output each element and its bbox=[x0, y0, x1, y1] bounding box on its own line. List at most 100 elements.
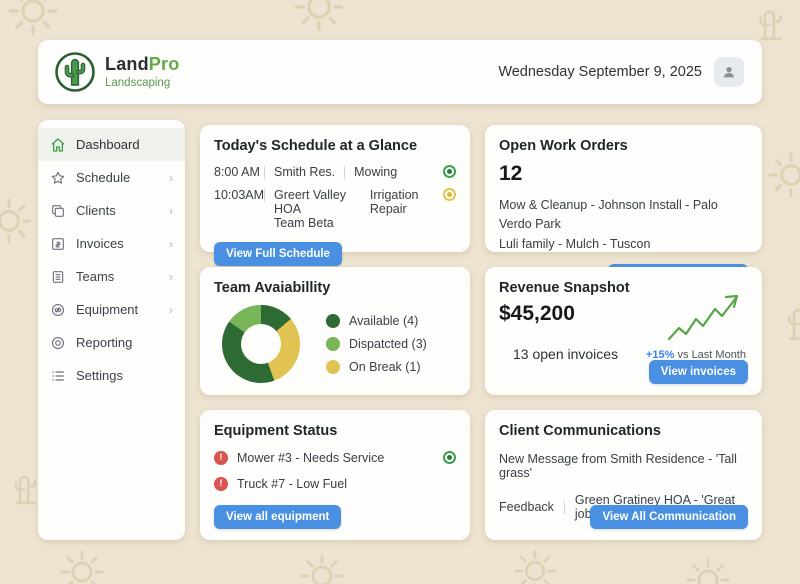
alert-icon: ! bbox=[214, 451, 228, 465]
legend-item: Dispatcted (3) bbox=[326, 337, 427, 351]
card-title: Team Avaiabillity bbox=[214, 280, 456, 296]
donut-hole bbox=[241, 324, 281, 364]
card-title: Equipment Status bbox=[214, 423, 456, 439]
schedule-card: Today's Schedule at a Glance 8:00 AM Smi… bbox=[200, 125, 470, 252]
chevron-right-icon: › bbox=[169, 271, 173, 283]
revenue-card: Revenue Snapshot $45,200 13 open invoice… bbox=[485, 267, 762, 395]
home-icon bbox=[50, 137, 66, 153]
work-order-line: Mow & Cleanup - Johnson Install - Palo V… bbox=[499, 196, 748, 235]
team-availability-donut-chart bbox=[222, 305, 300, 383]
communication-line: New Message from Smith Residence - 'Tall… bbox=[499, 452, 748, 480]
status-ok-icon bbox=[443, 451, 456, 464]
chevron-right-icon: › bbox=[169, 205, 173, 217]
separator bbox=[344, 166, 345, 179]
legend-label: Available (4) bbox=[349, 314, 418, 328]
status-on-track-icon bbox=[443, 165, 456, 178]
separator bbox=[264, 189, 265, 202]
schedule-row: 10:03AM Greert Valley HOA Irrigation Rep… bbox=[214, 188, 456, 230]
star-icon bbox=[50, 170, 66, 186]
legend-label: On Break (1) bbox=[349, 360, 421, 374]
sidebar-item-schedule[interactable]: Schedule › bbox=[38, 161, 185, 194]
separator bbox=[564, 501, 565, 514]
sidebar-item-label: Equipment bbox=[76, 302, 138, 317]
work-order-line: Luli family - Mulch - Tuscon bbox=[499, 235, 748, 254]
work-orders-card: Open Work Orders 12 Mow & Cleanup - John… bbox=[485, 125, 762, 252]
legend-item: On Break (1) bbox=[326, 360, 427, 374]
legend-label: Dispatcted (3) bbox=[349, 337, 427, 351]
schedule-task: Irrigation Repair bbox=[370, 188, 443, 216]
equipment-text: Truck #7 - Low Fuel bbox=[237, 477, 347, 491]
sun-pattern-icon bbox=[298, 552, 346, 584]
cactus-logo-icon bbox=[54, 51, 96, 93]
sun-pattern-icon bbox=[684, 556, 732, 584]
card-title: Open Work Orders bbox=[499, 138, 748, 154]
schedule-task: Mowing bbox=[354, 165, 397, 179]
brand-subtitle: Landscaping bbox=[105, 77, 179, 89]
sidebar-item-equipment[interactable]: Equipment › bbox=[38, 293, 185, 326]
cactus-pattern-icon bbox=[772, 300, 800, 344]
equipment-card: Equipment Status ! Mower #3 - Needs Serv… bbox=[200, 410, 470, 540]
cactus-pattern-icon bbox=[0, 468, 40, 508]
sidebar-item-clients[interactable]: Clients › bbox=[38, 194, 185, 227]
clients-icon bbox=[50, 203, 66, 219]
equipment-row: ! Truck #7 - Low Fuel bbox=[214, 477, 456, 491]
equipment-row: ! Mower #3 - Needs Service bbox=[214, 451, 456, 465]
sidebar-item-label: Schedule bbox=[76, 170, 130, 185]
legend-swatch-on-break bbox=[326, 360, 340, 374]
dashboard-page: LandPro Landscaping Wednesday September … bbox=[0, 0, 800, 584]
schedule-time: 10:03AM bbox=[214, 188, 264, 202]
view-all-communication-button[interactable]: View All Communication bbox=[590, 505, 748, 529]
brand-logo: LandPro Landscaping bbox=[54, 51, 179, 93]
sun-pattern-icon bbox=[0, 196, 34, 246]
schedule-client: Smith Res. bbox=[274, 165, 335, 179]
teams-icon bbox=[50, 269, 66, 285]
status-pending-icon bbox=[443, 188, 456, 201]
schedule-client: Greert Valley HOA bbox=[274, 188, 358, 216]
card-title: Client Communications bbox=[499, 423, 748, 439]
schedule-team: Team Beta bbox=[274, 216, 443, 230]
view-full-schedule-button[interactable]: View Full Schedule bbox=[214, 242, 342, 266]
brand-land: Land bbox=[105, 54, 149, 74]
settings-icon bbox=[50, 368, 66, 384]
chevron-right-icon: › bbox=[169, 238, 173, 250]
brand-text: LandPro Landscaping bbox=[105, 55, 179, 89]
sidebar-item-label: Settings bbox=[76, 368, 123, 383]
sidebar-item-label: Clients bbox=[76, 203, 116, 218]
user-avatar[interactable] bbox=[714, 57, 744, 87]
chart-legend: Available (4) Dispatcted (3) On Break (1… bbox=[326, 314, 427, 374]
sidebar-item-reporting[interactable]: Reporting bbox=[38, 326, 185, 359]
view-all-equipment-button[interactable]: View all equipment bbox=[214, 505, 341, 529]
app-header: LandPro Landscaping Wednesday September … bbox=[38, 40, 762, 104]
sidebar-item-label: Dashboard bbox=[76, 137, 140, 152]
legend-item: Available (4) bbox=[326, 314, 427, 328]
invoices-icon bbox=[50, 236, 66, 252]
sun-pattern-icon bbox=[58, 548, 106, 584]
sun-pattern-icon bbox=[6, 0, 60, 38]
reporting-icon bbox=[50, 335, 66, 351]
sidebar-nav: Dashboard Schedule › Clients › Invoices … bbox=[38, 120, 185, 540]
chevron-right-icon: › bbox=[169, 304, 173, 316]
card-title: Today's Schedule at a Glance bbox=[214, 138, 456, 154]
sidebar-item-dashboard[interactable]: Dashboard bbox=[38, 128, 185, 161]
equipment-icon bbox=[50, 302, 66, 318]
sidebar-item-settings[interactable]: Settings bbox=[38, 359, 185, 392]
alert-icon: ! bbox=[214, 477, 228, 491]
sun-pattern-icon bbox=[292, 0, 346, 34]
client-communications-card: Client Communications New Message from S… bbox=[485, 410, 762, 540]
sun-pattern-icon bbox=[766, 150, 800, 200]
sidebar-item-label: Teams bbox=[76, 269, 114, 284]
sidebar-item-label: Invoices bbox=[76, 236, 124, 251]
sidebar-item-teams[interactable]: Teams › bbox=[38, 260, 185, 293]
current-date: Wednesday September 9, 2025 bbox=[498, 64, 702, 80]
view-invoices-button[interactable]: View invoices bbox=[649, 360, 748, 384]
team-availability-card: Team Avaiabillity Available (4) Dispatct… bbox=[200, 267, 470, 395]
equipment-text: Mower #3 - Needs Service bbox=[237, 451, 384, 465]
cactus-pattern-icon bbox=[744, 2, 786, 44]
legend-swatch-dispatched bbox=[326, 337, 340, 351]
open-work-orders-count: 12 bbox=[499, 162, 748, 186]
legend-swatch-available bbox=[326, 314, 340, 328]
sidebar-item-invoices[interactable]: Invoices › bbox=[38, 227, 185, 260]
brand-pro: Pro bbox=[149, 54, 180, 74]
schedule-time: 8:00 AM bbox=[214, 165, 264, 179]
sidebar-item-label: Reporting bbox=[76, 335, 132, 350]
